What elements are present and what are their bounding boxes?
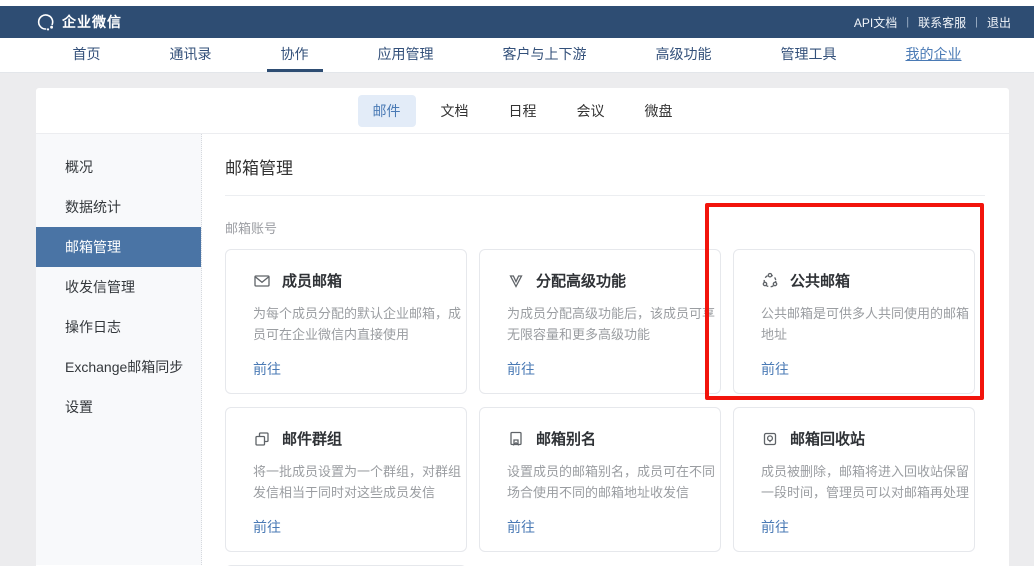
shared-mailbox-icon bbox=[761, 272, 779, 290]
topbar-links: API文档 | 联系客服 | 退出 bbox=[845, 14, 1020, 31]
card-member-mailbox: 成员邮箱 为每个成员分配的默认企业邮箱，成员可在企业微信内直接使用 前往 bbox=[225, 249, 467, 394]
contact-support-link[interactable]: 联系客服 bbox=[909, 14, 975, 31]
alias-icon bbox=[507, 430, 525, 448]
mail-group-icon bbox=[253, 430, 271, 448]
tab-drive[interactable]: 微盘 bbox=[630, 95, 688, 127]
tab-mail[interactable]: 邮件 bbox=[358, 95, 416, 127]
envelope-icon bbox=[253, 272, 271, 290]
tab-meeting[interactable]: 会议 bbox=[562, 95, 620, 127]
sidebar-item-overview[interactable]: 概况 bbox=[36, 147, 201, 187]
nav-item-advanced-features[interactable]: 高级功能 bbox=[642, 38, 726, 72]
card-description: 为成员分配高级功能后，该成员可享无限容量和更多高级功能 bbox=[507, 303, 715, 345]
api-doc-link[interactable]: API文档 bbox=[845, 14, 906, 31]
go-link[interactable]: 前往 bbox=[253, 517, 281, 537]
vip-icon bbox=[507, 272, 525, 290]
go-link[interactable]: 前往 bbox=[761, 359, 789, 379]
nav-item-collaboration[interactable]: 协作 bbox=[267, 38, 323, 72]
cards-grid: 成员邮箱 为每个成员分配的默认企业邮箱，成员可在企业微信内直接使用 前往 分配高… bbox=[225, 249, 985, 566]
card-title: 成员邮箱 bbox=[282, 270, 342, 291]
logout-link[interactable]: 退出 bbox=[978, 14, 1020, 31]
card-title: 邮箱别名 bbox=[536, 428, 596, 449]
brand-name: 企业微信 bbox=[62, 12, 122, 32]
card-description: 成员被删除，邮箱将进入回收站保留一段时间，管理员可以对邮箱再处理 bbox=[761, 461, 969, 503]
content: 邮箱管理 邮箱账号 成员邮箱 为每个成员分配的默认企业邮箱，成员可在企 bbox=[202, 134, 1009, 565]
go-link[interactable]: 前往 bbox=[761, 517, 789, 537]
card-description: 将一批成员设置为一个群组，对群组发信相当于同时对这些成员发信 bbox=[253, 461, 461, 503]
nav-item-home[interactable]: 首页 bbox=[59, 38, 115, 72]
go-link[interactable]: 前往 bbox=[507, 359, 535, 379]
nav-item-app-management[interactable]: 应用管理 bbox=[364, 38, 448, 72]
topbar: 企业微信 API文档 | 联系客服 | 退出 bbox=[0, 6, 1034, 38]
main-panel: 邮件 文档 日程 会议 微盘 概况 数据统计 邮箱管理 收发信管理 操作日志 E… bbox=[36, 88, 1009, 566]
card-mailbox-recycle-bin: 邮箱回收站 成员被删除，邮箱将进入回收站保留一段时间，管理员可以对邮箱再处理 前… bbox=[733, 407, 975, 552]
brand: 企业微信 bbox=[36, 12, 122, 32]
sidebar-item-send-receive-management[interactable]: 收发信管理 bbox=[36, 267, 201, 307]
wechat-work-logo-icon bbox=[36, 12, 56, 32]
panel-body: 概况 数据统计 邮箱管理 收发信管理 操作日志 Exchange邮箱同步 设置 … bbox=[36, 134, 1009, 565]
tab-calendar[interactable]: 日程 bbox=[494, 95, 552, 127]
card-description: 公共邮箱是可供多人共同使用的邮箱地址 bbox=[761, 303, 969, 345]
subtabs-row: 邮件 文档 日程 会议 微盘 bbox=[36, 88, 1009, 134]
card-title: 分配高级功能 bbox=[536, 270, 626, 291]
recycle-bin-icon bbox=[761, 430, 779, 448]
nav-item-contacts[interactable]: 通讯录 bbox=[156, 38, 226, 72]
sidebar: 概况 数据统计 邮箱管理 收发信管理 操作日志 Exchange邮箱同步 设置 bbox=[36, 134, 202, 565]
sidebar-item-exchange-sync[interactable]: Exchange邮箱同步 bbox=[36, 347, 201, 387]
primary-nav: 首页 通讯录 协作 应用管理 客户与上下游 高级功能 管理工具 我的企业 bbox=[0, 38, 1034, 73]
nav-item-my-enterprise[interactable]: 我的企业 bbox=[892, 38, 976, 72]
card-description: 设置成员的邮箱别名，成员可在不同场合使用不同的邮箱地址收发信 bbox=[507, 461, 715, 503]
card-description: 为每个成员分配的默认企业邮箱，成员可在企业微信内直接使用 bbox=[253, 303, 461, 345]
card-title: 公共邮箱 bbox=[790, 270, 850, 291]
section-label: 邮箱账号 bbox=[225, 218, 985, 237]
card-mailbox-alias: 邮箱别名 设置成员的邮箱别名，成员可在不同场合使用不同的邮箱地址收发信 前往 bbox=[479, 407, 721, 552]
nav-item-customers[interactable]: 客户与上下游 bbox=[489, 38, 601, 72]
go-link[interactable]: 前往 bbox=[507, 517, 535, 537]
card-title: 邮件群组 bbox=[282, 428, 342, 449]
sidebar-item-mailbox-management[interactable]: 邮箱管理 bbox=[36, 227, 201, 267]
tab-docs[interactable]: 文档 bbox=[426, 95, 484, 127]
sidebar-item-operation-log[interactable]: 操作日志 bbox=[36, 307, 201, 347]
nav-item-admin-tools[interactable]: 管理工具 bbox=[767, 38, 851, 72]
card-title: 邮箱回收站 bbox=[790, 428, 865, 449]
card-mail-group: 邮件群组 将一批成员设置为一个群组，对群组发信相当于同时对这些成员发信 前往 bbox=[225, 407, 467, 552]
card-assign-advanced-features: 分配高级功能 为成员分配高级功能后，该成员可享无限容量和更多高级功能 前往 bbox=[479, 249, 721, 394]
page-title: 邮箱管理 bbox=[225, 154, 985, 179]
go-link[interactable]: 前往 bbox=[253, 359, 281, 379]
card-public-mailbox: 公共邮箱 公共邮箱是可供多人共同使用的邮箱地址 前往 bbox=[733, 249, 975, 394]
sidebar-item-statistics[interactable]: 数据统计 bbox=[36, 187, 201, 227]
sidebar-item-settings[interactable]: 设置 bbox=[36, 387, 201, 427]
divider bbox=[225, 195, 985, 196]
